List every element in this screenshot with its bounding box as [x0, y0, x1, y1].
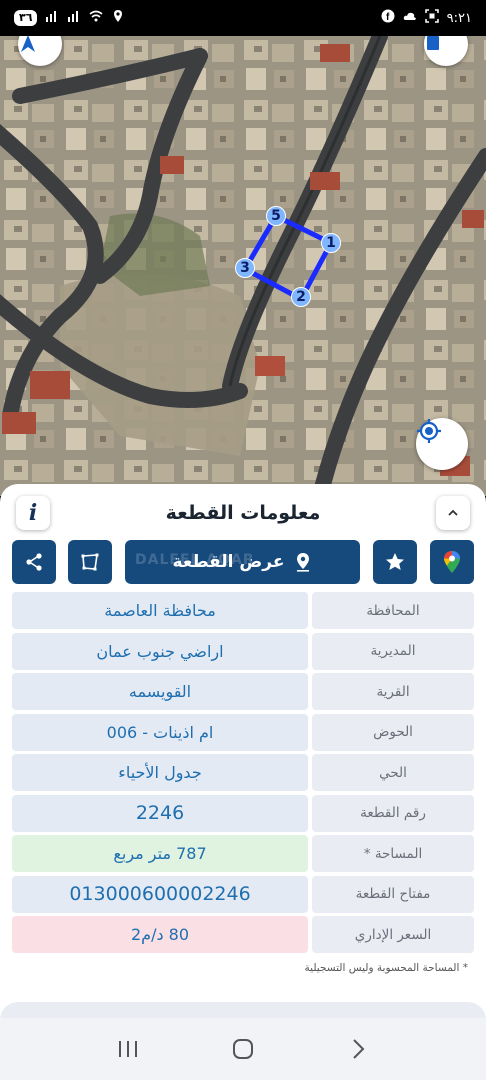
share-button[interactable]	[12, 540, 56, 584]
area-label: المساحة *	[312, 835, 474, 872]
show-parcel-button[interactable]: DALEEL AQAR عرض القطعة	[125, 540, 360, 584]
info-table: محافظة العاصمة المحافظة اراضي جنوب عمان …	[12, 592, 474, 957]
draw-polygon-button[interactable]	[68, 540, 112, 584]
row-basin: ام اذينات - 006 الحوض	[12, 713, 474, 751]
cloud-icon	[403, 9, 417, 27]
my-location-button[interactable]	[416, 418, 468, 470]
basin-label: الحوض	[312, 713, 474, 751]
parcel-point-1[interactable]: 1	[321, 233, 341, 253]
map-book-icon	[427, 36, 439, 50]
row-area: 787 متر مربع المساحة *	[12, 835, 474, 872]
info-button[interactable]: i	[16, 496, 50, 530]
signal-icon	[45, 9, 59, 27]
directorate-value: اراضي جنوب عمان	[12, 632, 308, 670]
village-label: القرية	[312, 673, 474, 710]
star-icon	[386, 553, 404, 570]
info-icon: i	[28, 500, 38, 526]
parcel-point-3[interactable]: 3	[235, 258, 255, 278]
chevron-right-icon	[353, 1039, 365, 1059]
battery-indicator: ٣٦	[14, 10, 38, 26]
screenshot-icon	[424, 9, 439, 27]
watermark: DALEEL AQAR	[135, 552, 255, 568]
crosshair-icon	[417, 419, 441, 443]
parcel-number-label: رقم القطعة	[312, 794, 474, 832]
parcel-point-2[interactable]: 2	[291, 287, 311, 307]
favorite-button[interactable]	[373, 540, 417, 584]
parcel-number-value: 2246	[12, 794, 308, 832]
parcel-point-5[interactable]: 5	[266, 206, 286, 226]
sheet-title: معلومات القطعة	[165, 502, 321, 524]
row-parcel-key: 013000600002246 مفتاح القطعة	[12, 875, 474, 913]
neighborhood-label: الحي	[312, 754, 474, 791]
collapse-sheet-button[interactable]	[436, 496, 470, 530]
parcel-key-label: مفتاح القطعة	[312, 875, 474, 913]
basin-value: ام اذينات - 006	[12, 713, 308, 751]
village-value: القويسمه	[12, 673, 308, 710]
parcel-key-value: 013000600002246	[12, 875, 308, 913]
row-village: القويسمه القرية	[12, 673, 474, 710]
parcel-info-sheet: i معلومات القطعة DALEEL AQAR عرض القطعة …	[0, 484, 486, 1030]
map-pin-icon	[297, 553, 310, 572]
neighborhood-value: جدول الأحياء	[12, 754, 308, 791]
compass-arrow-icon	[21, 36, 35, 52]
google-maps-icon	[444, 551, 460, 573]
admin-price-value: 80 د/م2	[12, 916, 308, 953]
wifi-icon	[89, 9, 103, 27]
area-value: 787 متر مربع	[12, 835, 308, 872]
directorate-label: المديرية	[312, 632, 474, 670]
row-governorate: محافظة العاصمة المحافظة	[12, 592, 474, 629]
back-button[interactable]	[338, 1029, 378, 1069]
chevron-up-icon	[448, 509, 458, 516]
satellite-map[interactable]: 5 1 2 3	[0, 36, 486, 496]
recent-apps-icon	[118, 1041, 137, 1057]
google-maps-button[interactable]	[430, 540, 474, 584]
area-footnote: * المساحة المحسوبة وليس التسجيلية	[304, 962, 468, 974]
row-admin-price: 80 د/م2 السعر الإداري	[12, 916, 474, 953]
recent-apps-button[interactable]	[108, 1029, 148, 1069]
location-icon	[111, 9, 125, 27]
status-time: ٩:٢١	[446, 10, 472, 26]
home-icon	[232, 1039, 253, 1059]
governorate-label: المحافظة	[312, 592, 474, 629]
share-icon	[26, 553, 42, 571]
row-neighborhood: جدول الأحياء الحي	[12, 754, 474, 791]
status-bar: ٣٦ f ٩:٢١	[0, 0, 486, 36]
row-directorate: اراضي جنوب عمان المديرية	[12, 632, 474, 670]
signal-icon-2	[67, 9, 81, 27]
polygon-icon	[81, 553, 99, 571]
row-parcel-number: 2246 رقم القطعة	[12, 794, 474, 832]
governorate-value: محافظة العاصمة	[12, 592, 308, 629]
admin-price-label: السعر الإداري	[312, 916, 474, 953]
system-nav-bar	[0, 1018, 486, 1080]
sheet-header: i معلومات القطعة	[16, 496, 470, 530]
facebook-icon: f	[381, 9, 395, 27]
action-bar: DALEEL AQAR عرض القطعة	[12, 540, 474, 586]
home-button[interactable]	[223, 1029, 263, 1069]
